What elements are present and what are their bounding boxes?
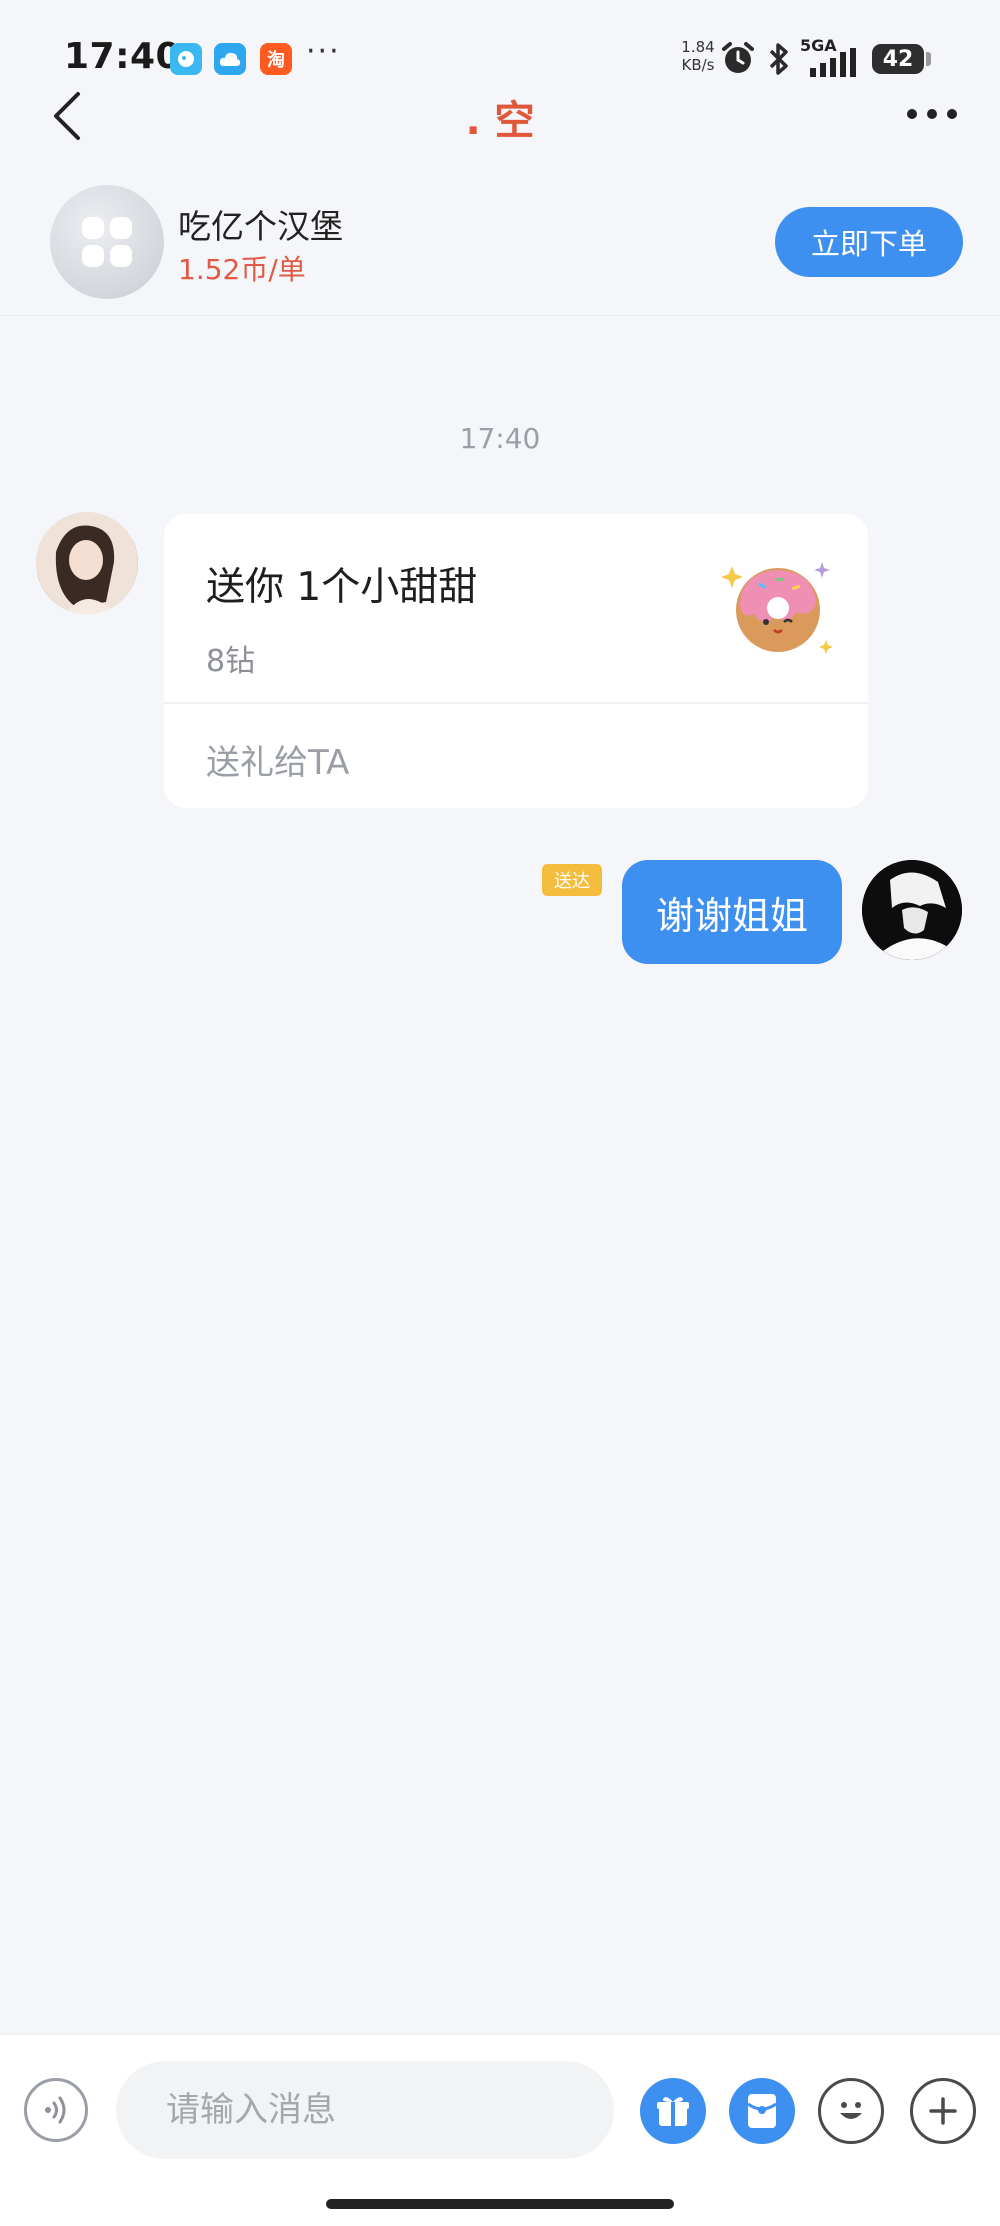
gift-price: 8钻 (206, 644, 256, 679)
voice-input-button[interactable] (24, 2078, 88, 2142)
emoji-button[interactable] (818, 2078, 884, 2144)
gift-button[interactable] (640, 2078, 706, 2144)
gift-divider (164, 702, 868, 704)
gift-icon (657, 2097, 689, 2126)
bubble-app-icon (170, 43, 202, 75)
emoji-icon (840, 2102, 862, 2119)
red-packet-button[interactable] (729, 2078, 795, 2144)
taobao-app-icon: 淘 (260, 43, 292, 75)
send-gift-link[interactable]: 送礼给TA (206, 735, 349, 784)
battery-icon: 42 (872, 44, 924, 74)
battery-level: 42 (882, 46, 914, 72)
bluetooth-icon (769, 43, 788, 75)
my-avatar[interactable] (862, 860, 962, 960)
home-indicator[interactable] (326, 2199, 674, 2209)
message-input[interactable] (116, 2061, 614, 2159)
order-now-button[interactable]: 立即下单 (775, 207, 963, 277)
chat-timestamp: 17:40 (459, 422, 541, 455)
service-price: 1.52币/单 (178, 253, 306, 286)
plus-icon (929, 2097, 957, 2125)
chat-title: . 空 (465, 98, 535, 144)
network-speed-value: 1.84 (681, 38, 715, 56)
network-speed: 1.84 KB/s (676, 38, 720, 74)
service-name: 吃亿个汉堡 (178, 207, 343, 246)
battery-tip (926, 52, 931, 66)
status-time: 17:40 (64, 36, 182, 77)
more-actions-button[interactable] (910, 2078, 976, 2144)
service-avatar (50, 185, 164, 299)
alarm-icon (722, 42, 754, 73)
peer-avatar[interactable] (36, 512, 138, 614)
more-notifications-icon: ··· (306, 34, 341, 69)
donut-gift-icon (721, 562, 833, 654)
signal-bars-icon (810, 48, 856, 77)
cloud-app-icon (214, 43, 246, 75)
voice-icon (45, 2096, 66, 2124)
delivered-badge: 送达 (542, 864, 602, 896)
more-options-icon[interactable] (906, 104, 958, 124)
apps-grid-icon (82, 217, 132, 267)
red-packet-icon (747, 2094, 777, 2128)
gift-title: 送你 1个小甜甜 (206, 565, 478, 610)
network-speed-unit: KB/s (681, 56, 715, 74)
my-message-bubble[interactable]: 谢谢姐姐 (622, 860, 842, 964)
